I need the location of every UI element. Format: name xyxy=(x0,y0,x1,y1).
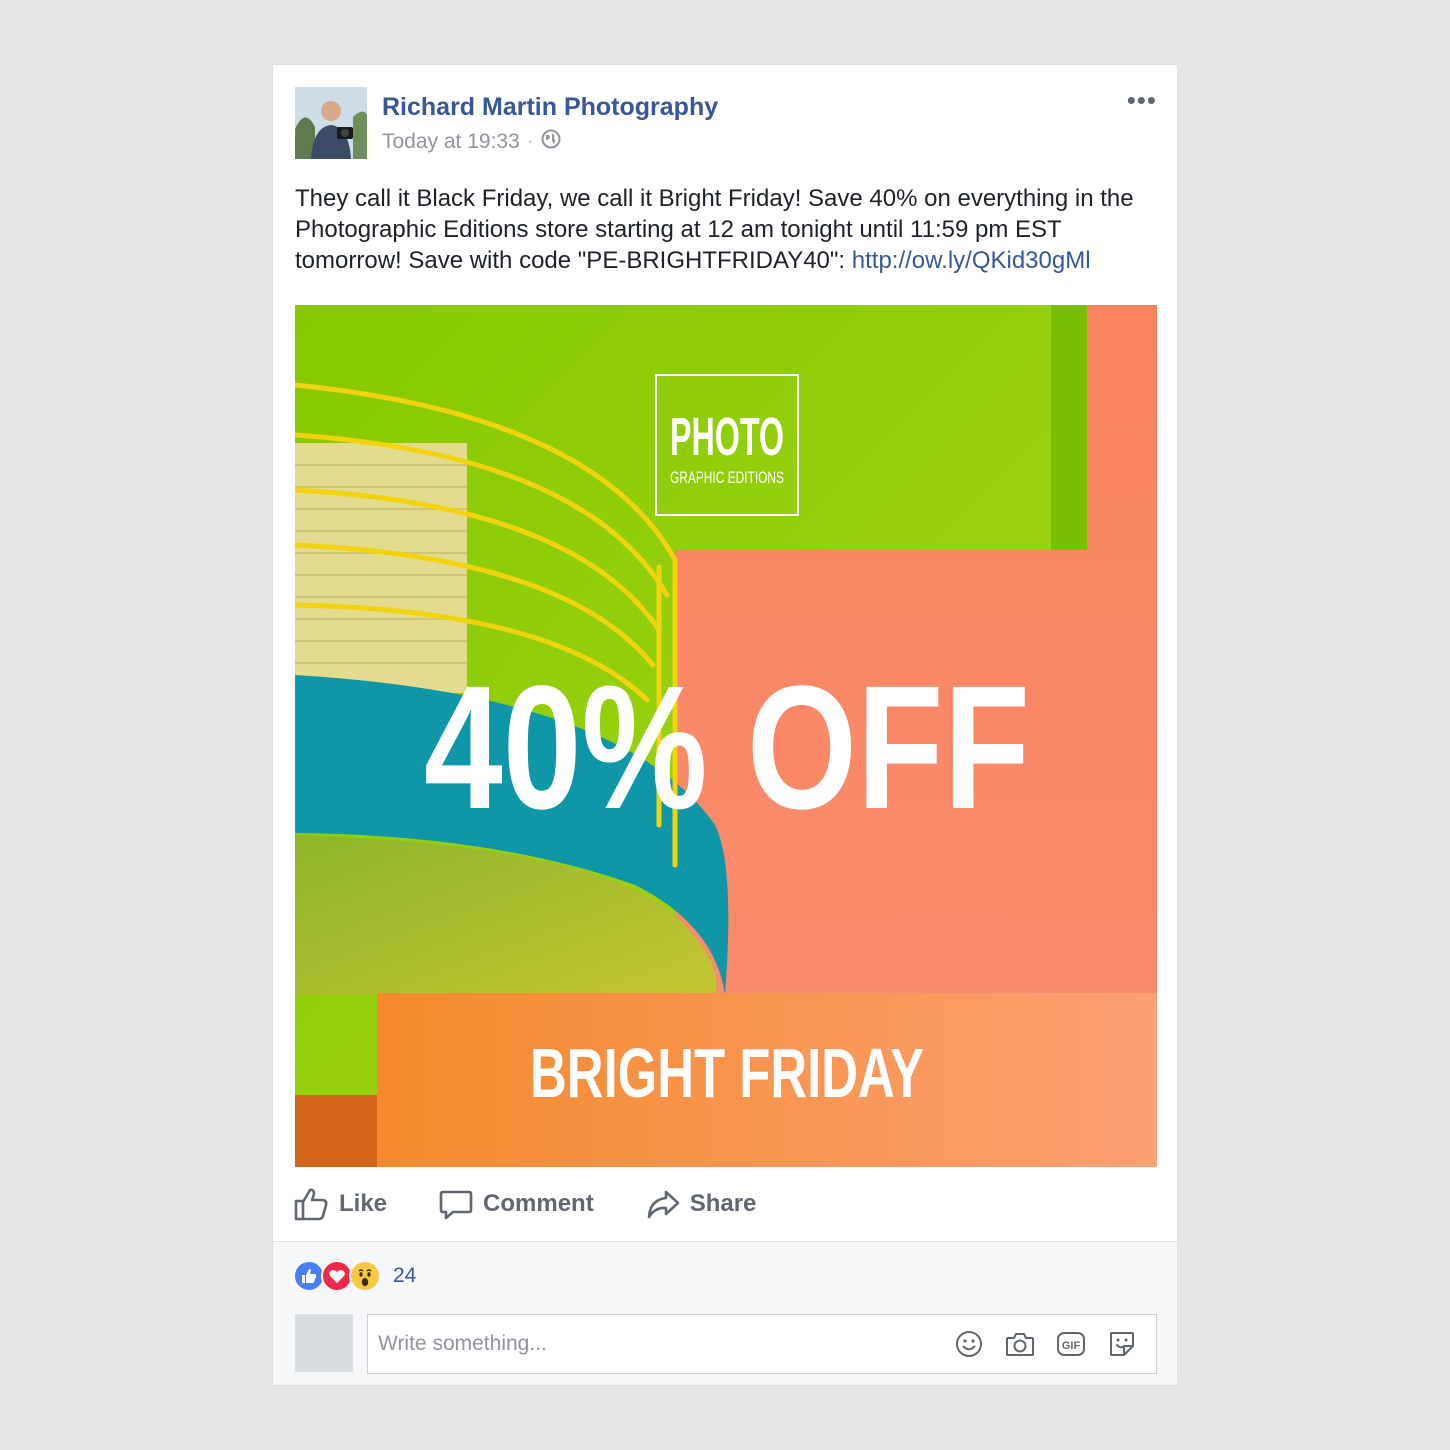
promo-subline: BRIGHT FRIDAY xyxy=(530,1034,924,1112)
promo-image[interactable]: PHOTO GRAPHIC EDITIONS 40% OFF BRIGHT FR… xyxy=(295,305,1157,1167)
comment-label: Comment xyxy=(483,1190,594,1217)
page-avatar[interactable] xyxy=(295,87,367,159)
post-footer: 24 GIF xyxy=(273,1241,1177,1385)
promo-logo-top: PHOTO xyxy=(670,407,784,467)
post-card: Richard Martin Photography Today at 19:3… xyxy=(272,64,1178,1386)
gif-icon[interactable]: GIF xyxy=(1054,1327,1088,1361)
svg-text:GIF: GIF xyxy=(1062,1340,1081,1352)
post-actions: Like Comment Share xyxy=(293,1181,808,1227)
like-label: Like xyxy=(339,1190,388,1217)
globe-icon[interactable] xyxy=(541,129,561,155)
share-arrow-icon xyxy=(646,1187,680,1221)
sticker-icon[interactable] xyxy=(1105,1327,1139,1361)
comment-button[interactable]: Comment xyxy=(439,1187,594,1221)
comment-composer: GIF xyxy=(367,1314,1157,1374)
promo-headline: 40% OFF xyxy=(424,650,1030,846)
post-meta: Today at 19:33 · xyxy=(382,129,561,155)
thumbs-up-icon xyxy=(293,1186,329,1222)
reaction-count[interactable]: 24 xyxy=(393,1264,416,1288)
wow-reaction-icon xyxy=(349,1260,381,1292)
share-label: Share xyxy=(689,1190,757,1217)
promo-logo-bottom: GRAPHIC EDITIONS xyxy=(670,468,784,487)
reactions-summary[interactable]: 24 xyxy=(293,1260,416,1292)
share-button[interactable]: Share xyxy=(646,1187,757,1221)
page-name-link[interactable]: Richard Martin Photography xyxy=(382,93,718,122)
comment-input[interactable] xyxy=(368,1332,952,1356)
meta-separator: · xyxy=(527,133,534,150)
more-options-button[interactable]: ••• xyxy=(1127,87,1157,113)
post-timestamp[interactable]: Today at 19:33 xyxy=(382,130,520,154)
emoji-icon[interactable] xyxy=(952,1327,986,1361)
post-link[interactable]: http://ow.ly/QKid30gMl xyxy=(852,247,1091,274)
post-message: They call it Black Friday, we call it Br… xyxy=(295,183,1161,276)
user-avatar xyxy=(295,1314,353,1372)
camera-icon[interactable] xyxy=(1003,1327,1037,1361)
like-button[interactable]: Like xyxy=(293,1186,387,1222)
comment-icon xyxy=(439,1187,473,1221)
